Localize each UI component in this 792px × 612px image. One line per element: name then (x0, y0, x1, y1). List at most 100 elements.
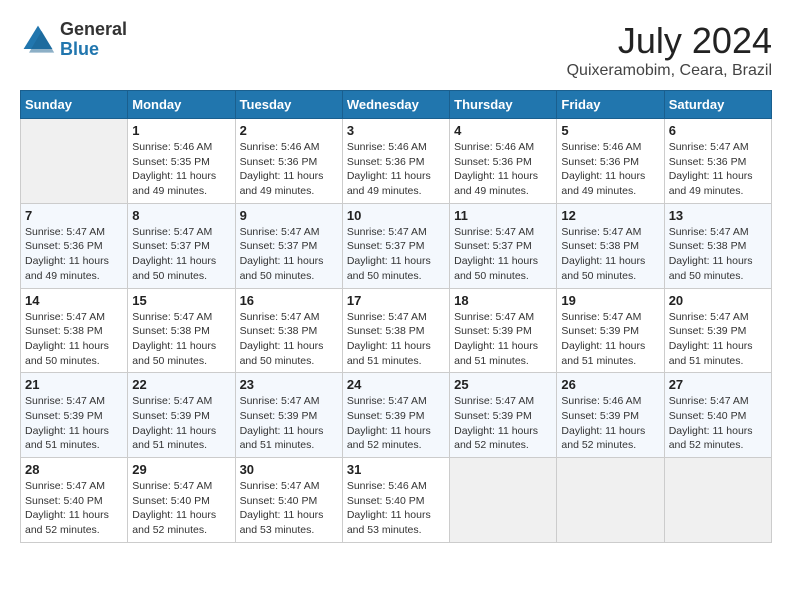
day-number: 28 (25, 462, 123, 477)
day-info: Sunrise: 5:47 AM Sunset: 5:40 PM Dayligh… (132, 479, 230, 538)
day-number: 19 (561, 293, 659, 308)
day-info: Sunrise: 5:46 AM Sunset: 5:36 PM Dayligh… (454, 140, 552, 199)
day-number: 22 (132, 377, 230, 392)
calendar-cell: 12 Sunrise: 5:47 AM Sunset: 5:38 PM Dayli… (557, 203, 664, 288)
logo-icon (20, 22, 56, 58)
day-number: 11 (454, 208, 552, 223)
day-info: Sunrise: 5:46 AM Sunset: 5:36 PM Dayligh… (347, 140, 445, 199)
calendar-cell (557, 458, 664, 543)
day-info: Sunrise: 5:47 AM Sunset: 5:38 PM Dayligh… (669, 225, 767, 284)
day-info: Sunrise: 5:47 AM Sunset: 5:38 PM Dayligh… (240, 310, 338, 369)
calendar-cell (664, 458, 771, 543)
title-block: July 2024 Quixeramobim, Ceara, Brazil (567, 20, 772, 80)
day-info: Sunrise: 5:47 AM Sunset: 5:36 PM Dayligh… (25, 225, 123, 284)
day-info: Sunrise: 5:47 AM Sunset: 5:38 PM Dayligh… (561, 225, 659, 284)
day-number: 9 (240, 208, 338, 223)
day-number: 6 (669, 123, 767, 138)
calendar-cell: 16 Sunrise: 5:47 AM Sunset: 5:38 PM Dayli… (235, 288, 342, 373)
day-number: 14 (25, 293, 123, 308)
calendar-cell: 11Sunrise: 5:47 AM Sunset: 5:37 PM Dayli… (450, 203, 557, 288)
calendar-week-4: 21 Sunrise: 5:47 AM Sunset: 5:39 PM Dayli… (21, 373, 772, 458)
day-number: 13 (669, 208, 767, 223)
weekday-header-row: SundayMondayTuesdayWednesdayThursdayFrid… (21, 91, 772, 119)
calendar-cell: 2 Sunrise: 5:46 AM Sunset: 5:36 PM Daylig… (235, 119, 342, 204)
day-number: 29 (132, 462, 230, 477)
day-number: 5 (561, 123, 659, 138)
day-info: Sunrise: 5:47 AM Sunset: 5:40 PM Dayligh… (669, 394, 767, 453)
calendar-cell: 25 Sunrise: 5:47 AM Sunset: 5:39 PM Dayli… (450, 373, 557, 458)
calendar-cell: 1 Sunrise: 5:46 AM Sunset: 5:35 PM Daylig… (128, 119, 235, 204)
day-info: Sunrise: 5:46 AM Sunset: 5:40 PM Dayligh… (347, 479, 445, 538)
day-number: 7 (25, 208, 123, 223)
day-info: Sunrise: 5:47 AM Sunset: 5:39 PM Dayligh… (561, 310, 659, 369)
day-number: 31 (347, 462, 445, 477)
day-number: 15 (132, 293, 230, 308)
calendar-cell (21, 119, 128, 204)
weekday-header-thursday: Thursday (450, 91, 557, 119)
day-info: Sunrise: 5:47 AM Sunset: 5:38 PM Dayligh… (347, 310, 445, 369)
calendar-table: SundayMondayTuesdayWednesdayThursdayFrid… (20, 90, 772, 543)
day-number: 12 (561, 208, 659, 223)
day-number: 25 (454, 377, 552, 392)
month-year-title: July 2024 (567, 20, 772, 62)
calendar-cell: 15 Sunrise: 5:47 AM Sunset: 5:38 PM Dayli… (128, 288, 235, 373)
calendar-cell: 27Sunrise: 5:47 AM Sunset: 5:40 PM Dayli… (664, 373, 771, 458)
calendar-cell: 22 Sunrise: 5:47 AM Sunset: 5:39 PM Dayli… (128, 373, 235, 458)
calendar-cell: 4 Sunrise: 5:46 AM Sunset: 5:36 PM Daylig… (450, 119, 557, 204)
calendar-cell: 26Sunrise: 5:46 AM Sunset: 5:39 PM Dayli… (557, 373, 664, 458)
weekday-header-tuesday: Tuesday (235, 91, 342, 119)
day-info: Sunrise: 5:47 AM Sunset: 5:39 PM Dayligh… (454, 310, 552, 369)
calendar-cell: 17Sunrise: 5:47 AM Sunset: 5:38 PM Dayli… (342, 288, 449, 373)
day-number: 16 (240, 293, 338, 308)
calendar-cell: 30Sunrise: 5:47 AM Sunset: 5:40 PM Dayli… (235, 458, 342, 543)
day-number: 3 (347, 123, 445, 138)
weekday-header-friday: Friday (557, 91, 664, 119)
calendar-cell: 20Sunrise: 5:47 AM Sunset: 5:39 PM Dayli… (664, 288, 771, 373)
calendar-week-3: 14 Sunrise: 5:47 AM Sunset: 5:38 PM Dayli… (21, 288, 772, 373)
day-number: 4 (454, 123, 552, 138)
day-info: Sunrise: 5:47 AM Sunset: 5:40 PM Dayligh… (240, 479, 338, 538)
day-number: 24 (347, 377, 445, 392)
day-info: Sunrise: 5:46 AM Sunset: 5:36 PM Dayligh… (561, 140, 659, 199)
weekday-header-sunday: Sunday (21, 91, 128, 119)
day-number: 10 (347, 208, 445, 223)
day-number: 1 (132, 123, 230, 138)
page-header: General Blue July 2024 Quixeramobim, Cea… (20, 20, 772, 80)
day-info: Sunrise: 5:47 AM Sunset: 5:39 PM Dayligh… (25, 394, 123, 453)
day-info: Sunrise: 5:47 AM Sunset: 5:38 PM Dayligh… (25, 310, 123, 369)
calendar-cell: 31 Sunrise: 5:46 AM Sunset: 5:40 PM Dayli… (342, 458, 449, 543)
day-info: Sunrise: 5:47 AM Sunset: 5:39 PM Dayligh… (132, 394, 230, 453)
calendar-week-1: 1 Sunrise: 5:46 AM Sunset: 5:35 PM Daylig… (21, 119, 772, 204)
calendar-cell: 29 Sunrise: 5:47 AM Sunset: 5:40 PM Dayli… (128, 458, 235, 543)
day-info: Sunrise: 5:47 AM Sunset: 5:38 PM Dayligh… (132, 310, 230, 369)
day-number: 26 (561, 377, 659, 392)
day-info: Sunrise: 5:47 AM Sunset: 5:36 PM Dayligh… (669, 140, 767, 199)
day-info: Sunrise: 5:46 AM Sunset: 5:36 PM Dayligh… (240, 140, 338, 199)
day-info: Sunrise: 5:47 AM Sunset: 5:39 PM Dayligh… (240, 394, 338, 453)
location-subtitle: Quixeramobim, Ceara, Brazil (567, 62, 772, 80)
calendar-week-2: 7 Sunrise: 5:47 AM Sunset: 5:36 PM Daylig… (21, 203, 772, 288)
day-info: Sunrise: 5:47 AM Sunset: 5:37 PM Dayligh… (132, 225, 230, 284)
calendar-cell: 19 Sunrise: 5:47 AM Sunset: 5:39 PM Dayli… (557, 288, 664, 373)
logo: General Blue (20, 20, 127, 60)
weekday-header-wednesday: Wednesday (342, 91, 449, 119)
calendar-cell (450, 458, 557, 543)
day-number: 8 (132, 208, 230, 223)
calendar-cell: 13 Sunrise: 5:47 AM Sunset: 5:38 PM Dayli… (664, 203, 771, 288)
day-info: Sunrise: 5:46 AM Sunset: 5:35 PM Dayligh… (132, 140, 230, 199)
day-number: 21 (25, 377, 123, 392)
weekday-header-monday: Monday (128, 91, 235, 119)
calendar-cell: 18Sunrise: 5:47 AM Sunset: 5:39 PM Dayli… (450, 288, 557, 373)
calendar-cell: 5 Sunrise: 5:46 AM Sunset: 5:36 PM Daylig… (557, 119, 664, 204)
calendar-cell: 10Sunrise: 5:47 AM Sunset: 5:37 PM Dayli… (342, 203, 449, 288)
day-info: Sunrise: 5:47 AM Sunset: 5:37 PM Dayligh… (240, 225, 338, 284)
day-info: Sunrise: 5:47 AM Sunset: 5:39 PM Dayligh… (454, 394, 552, 453)
calendar-cell: 23 Sunrise: 5:47 AM Sunset: 5:39 PM Dayli… (235, 373, 342, 458)
logo-blue-text: Blue (60, 39, 99, 59)
calendar-week-5: 28 Sunrise: 5:47 AM Sunset: 5:40 PM Dayli… (21, 458, 772, 543)
calendar-cell: 24Sunrise: 5:47 AM Sunset: 5:39 PM Dayli… (342, 373, 449, 458)
calendar-cell: 14 Sunrise: 5:47 AM Sunset: 5:38 PM Dayli… (21, 288, 128, 373)
day-number: 2 (240, 123, 338, 138)
day-number: 23 (240, 377, 338, 392)
day-info: Sunrise: 5:47 AM Sunset: 5:39 PM Dayligh… (669, 310, 767, 369)
